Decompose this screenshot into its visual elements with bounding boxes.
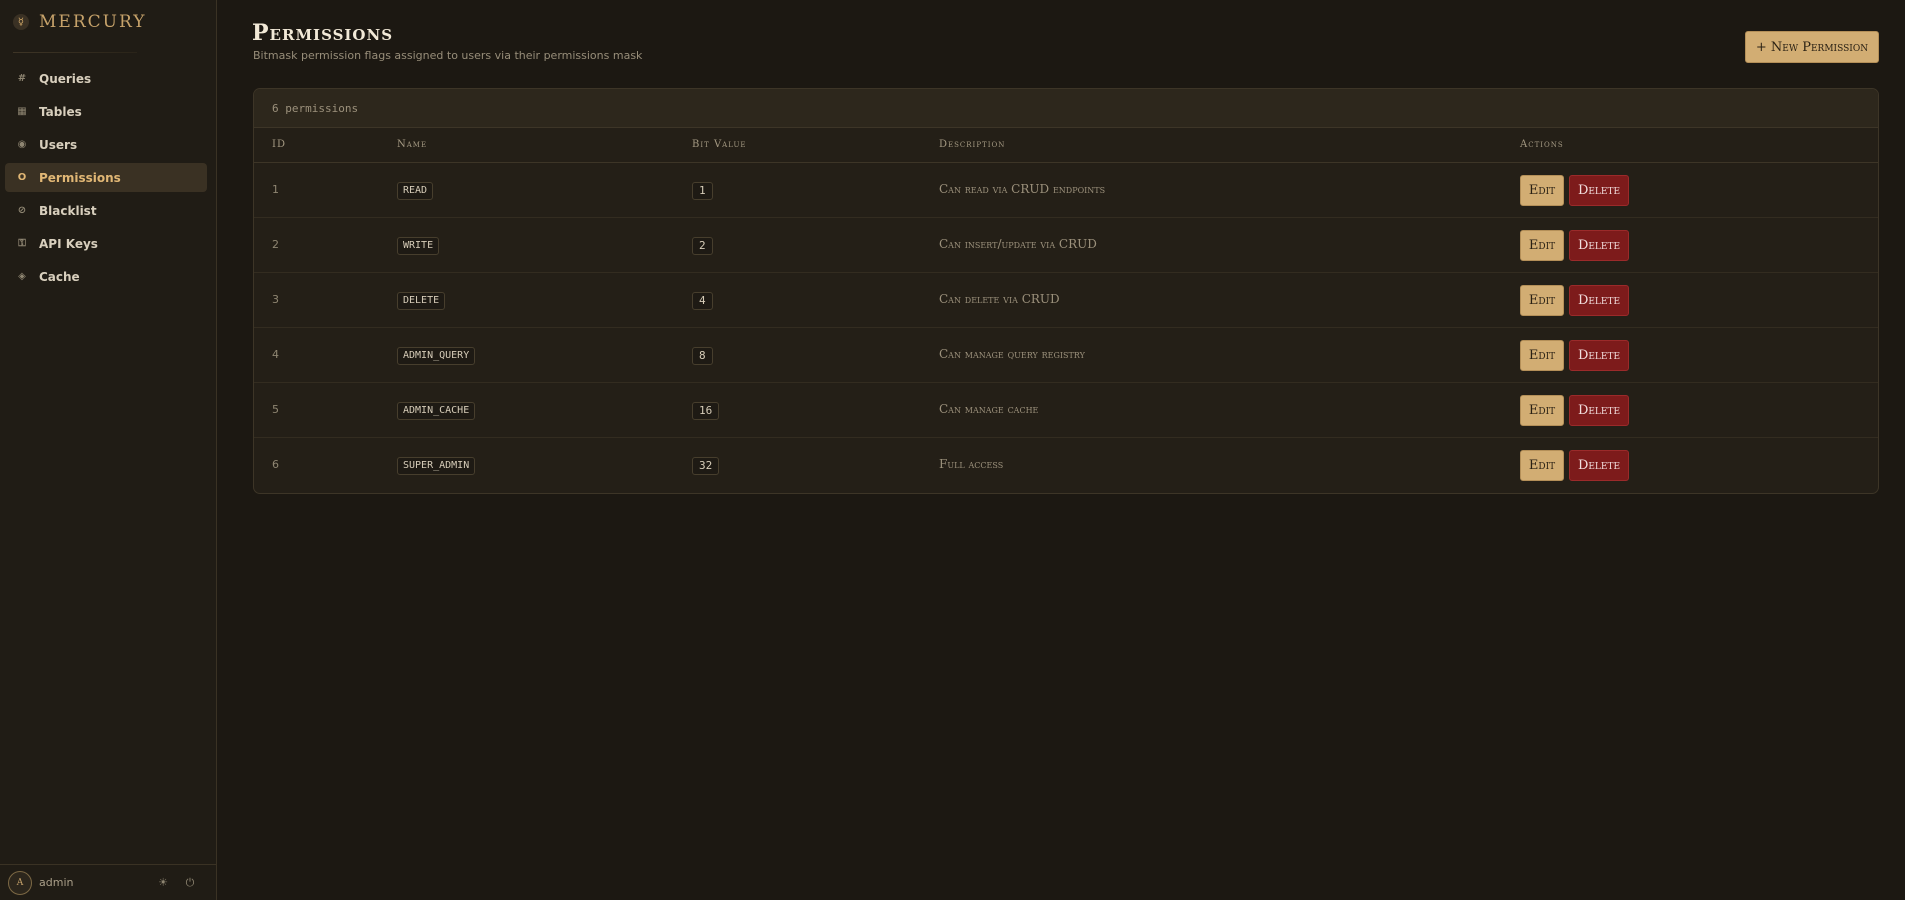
permission-name: DELETE xyxy=(397,292,446,310)
sidebar-item-api-keys[interactable]: ⚿ API Keys xyxy=(5,229,207,258)
permissions-icon: O xyxy=(17,172,27,183)
edit-button[interactable]: Edit xyxy=(1520,395,1564,426)
delete-button[interactable]: Delete xyxy=(1569,230,1629,261)
sidebar-item-label: Permissions xyxy=(39,170,121,185)
cache-icon: ◈ xyxy=(18,271,26,282)
permission-name: SUPER_ADMIN xyxy=(397,457,476,475)
sidebar-item-label: Cache xyxy=(39,269,80,284)
permission-description: Can manage cache xyxy=(939,402,1039,416)
table-row: 1 READ 1 Can read via CRUD endpoints Edi… xyxy=(254,163,1878,218)
permissions-count: 6 permissions xyxy=(254,89,1878,128)
divider xyxy=(13,52,137,53)
logout-icon[interactable]: ⏻ xyxy=(183,876,197,890)
column-header-actions: Actions xyxy=(1520,139,1564,150)
sidebar-item-users[interactable]: ◉ Users xyxy=(5,130,207,159)
edit-button[interactable]: Edit xyxy=(1520,230,1564,261)
column-header-id: ID xyxy=(272,139,286,150)
sidebar-item-label: Blacklist xyxy=(39,203,97,218)
page-title: Permissions xyxy=(252,20,394,46)
sidebar-item-label: Tables xyxy=(39,104,82,119)
theme-toggle-icon[interactable]: ☀ xyxy=(156,876,170,890)
permission-description: Can read via CRUD endpoints xyxy=(939,182,1106,196)
user-bar: A admin ☀ ⏻ xyxy=(0,864,217,900)
bit-value: 16 xyxy=(692,402,720,420)
table-row: 6 SUPER_ADMIN 32 Full access Edit Delete xyxy=(254,438,1878,493)
sidebar-item-label: Users xyxy=(39,137,78,152)
edit-button[interactable]: Edit xyxy=(1520,285,1564,316)
brand-name: MERCURY xyxy=(39,12,147,32)
table-icon: ▦ xyxy=(17,106,27,117)
delete-button[interactable]: Delete xyxy=(1569,285,1629,316)
bit-value: 4 xyxy=(692,292,713,310)
permission-name: ADMIN_CACHE xyxy=(397,402,476,420)
column-header-name: Name xyxy=(397,139,428,150)
table-row: 5 ADMIN_CACHE 16 Can manage cache Edit D… xyxy=(254,383,1878,438)
new-permission-button[interactable]: + New Permission xyxy=(1745,31,1879,63)
sidebar-item-label: API Keys xyxy=(39,236,98,251)
sidebar-item-tables[interactable]: ▦ Tables xyxy=(5,97,207,126)
delete-button[interactable]: Delete xyxy=(1569,450,1629,481)
hash-icon: # xyxy=(17,73,27,84)
page-subtitle: Bitmask permission flags assigned to use… xyxy=(253,49,643,62)
edit-button[interactable]: Edit xyxy=(1520,450,1564,481)
row-id: 3 xyxy=(272,293,279,306)
permission-name: READ xyxy=(397,182,434,200)
delete-button[interactable]: Delete xyxy=(1569,395,1629,426)
bit-value: 8 xyxy=(692,347,713,365)
permission-name: WRITE xyxy=(397,237,440,255)
permission-description: Can manage query registry xyxy=(939,347,1085,361)
bit-value: 1 xyxy=(692,182,713,200)
delete-button[interactable]: Delete xyxy=(1569,340,1629,371)
column-header-bit-value: Bit Value xyxy=(692,139,747,150)
edit-button[interactable]: Edit xyxy=(1520,340,1564,371)
row-id: 5 xyxy=(272,403,279,416)
sidebar-item-cache[interactable]: ◈ Cache xyxy=(5,262,207,291)
column-header-description: Description xyxy=(939,139,1006,150)
sidebar: ☿ MERCURY # Queries ▦ Tables ◉ Users O P… xyxy=(0,0,217,900)
permission-description: Full access xyxy=(939,457,1004,471)
row-id: 6 xyxy=(272,458,279,471)
avatar[interactable]: A xyxy=(8,870,32,895)
sidebar-item-blacklist[interactable]: ⊘ Blacklist xyxy=(5,196,207,225)
permission-name: ADMIN_QUERY xyxy=(397,347,476,365)
mercury-logo-icon: ☿ xyxy=(13,14,29,30)
bit-value: 2 xyxy=(692,237,713,255)
main-content: Permissions Bitmask permission flags ass… xyxy=(218,0,1905,900)
blacklist-icon: ⊘ xyxy=(17,205,27,216)
delete-button[interactable]: Delete xyxy=(1569,175,1629,206)
table-row: 3 DELETE 4 Can delete via CRUD Edit Dele… xyxy=(254,273,1878,328)
table-row: 2 WRITE 2 Can insert/update via CRUD Edi… xyxy=(254,218,1878,273)
key-icon: ⚿ xyxy=(18,238,26,249)
sidebar-nav: # Queries ▦ Tables ◉ Users O Permissions… xyxy=(5,64,207,295)
table-row: 4 ADMIN_QUERY 8 Can manage query registr… xyxy=(254,328,1878,383)
sidebar-item-label: Queries xyxy=(39,71,92,86)
table-header: ID Name Bit Value Description Actions xyxy=(254,128,1878,163)
row-id: 4 xyxy=(272,348,279,361)
brand[interactable]: ☿ MERCURY xyxy=(13,12,146,32)
edit-button[interactable]: Edit xyxy=(1520,175,1564,206)
sidebar-item-queries[interactable]: # Queries xyxy=(5,64,207,93)
bit-value: 32 xyxy=(692,457,720,475)
username: admin xyxy=(39,876,74,889)
permission-description: Can delete via CRUD xyxy=(939,292,1060,306)
users-icon: ◉ xyxy=(17,139,27,150)
row-id: 2 xyxy=(272,238,279,251)
permission-description: Can insert/update via CRUD xyxy=(939,237,1097,251)
row-id: 1 xyxy=(272,183,279,196)
permissions-table: 6 permissions ID Name Bit Value Descript… xyxy=(253,88,1879,494)
sidebar-item-permissions[interactable]: O Permissions xyxy=(5,163,207,192)
